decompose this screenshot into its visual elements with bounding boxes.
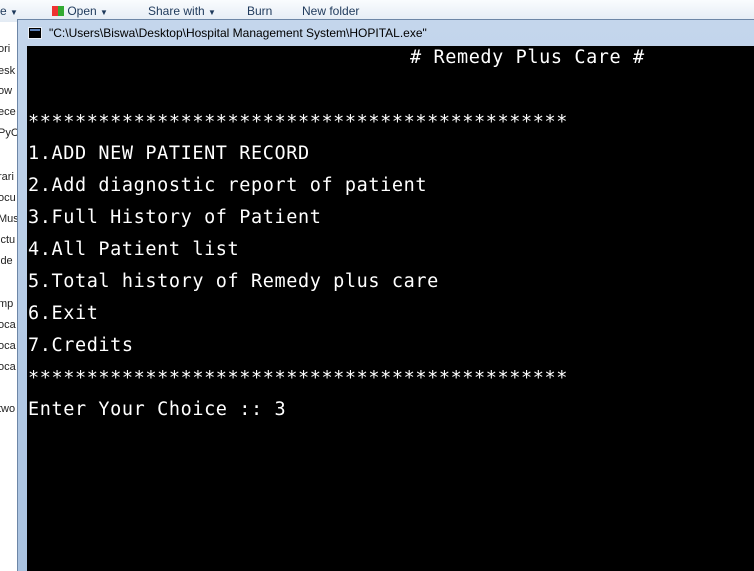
menu-item-add-record: 1.ADD NEW PATIENT RECORD xyxy=(28,143,310,164)
nav-item[interactable]: oca xyxy=(0,340,16,352)
nav-item[interactable]: oca xyxy=(0,319,16,331)
nav-item[interactable]: ictu xyxy=(0,234,15,246)
separator-bottom: ****************************************… xyxy=(28,368,568,389)
console-output[interactable]: # Remedy Plus Care # *******************… xyxy=(27,46,754,571)
nav-item[interactable]: ori xyxy=(0,43,10,55)
open-button[interactable]: Open ▼ xyxy=(52,4,108,18)
nav-item[interactable]: oca xyxy=(0,361,16,373)
nav-item[interactable]: ece xyxy=(0,106,16,118)
window-titlebar[interactable]: "C:\Users\Biswa\Desktop\Hospital Managem… xyxy=(18,20,754,46)
menu-item-total-history: 5.Total history of Remedy plus care xyxy=(28,271,439,292)
nav-item[interactable]: esk xyxy=(0,65,15,77)
nav-item[interactable]: ocu xyxy=(0,192,16,204)
chevron-down-icon: ▼ xyxy=(100,8,108,17)
console-app-icon xyxy=(28,27,42,39)
menu-item-patient-list: 4.All Patient list xyxy=(28,239,240,260)
nav-item[interactable]: ide xyxy=(0,255,13,267)
new-folder-button[interactable]: New folder xyxy=(302,4,359,18)
app-header: # Remedy Plus Care # xyxy=(410,47,645,68)
chevron-down-icon: ▼ xyxy=(10,8,18,17)
choice-prompt[interactable]: Enter Your Choice :: 3 xyxy=(28,400,286,420)
menu-item-full-history: 3.Full History of Patient xyxy=(28,207,322,228)
share-with-button[interactable]: Share with ▼ xyxy=(148,4,216,18)
menu-item-credits: 7.Credits xyxy=(28,335,134,356)
separator-top: ****************************************… xyxy=(28,112,568,133)
nav-item[interactable]: rari xyxy=(0,171,14,183)
nav-item[interactable]: PyC xyxy=(0,127,19,139)
nav-item[interactable]: mp xyxy=(0,298,13,310)
burn-button[interactable]: Burn xyxy=(247,4,272,18)
organize-button[interactable]: e ▼ xyxy=(0,4,18,18)
console-window[interactable]: "C:\Users\Biswa\Desktop\Hospital Managem… xyxy=(17,19,754,571)
nav-item[interactable]: two xyxy=(0,403,15,415)
open-icon xyxy=(52,6,64,16)
nav-item[interactable]: Mus xyxy=(0,213,19,225)
menu-item-diagnostic-report: 2.Add diagnostic report of patient xyxy=(28,175,428,196)
menu-item-exit: 6.Exit xyxy=(28,303,99,324)
nav-item[interactable]: ow xyxy=(0,85,12,97)
chevron-down-icon: ▼ xyxy=(208,8,216,17)
window-title: "C:\Users\Biswa\Desktop\Hospital Managem… xyxy=(49,26,427,40)
